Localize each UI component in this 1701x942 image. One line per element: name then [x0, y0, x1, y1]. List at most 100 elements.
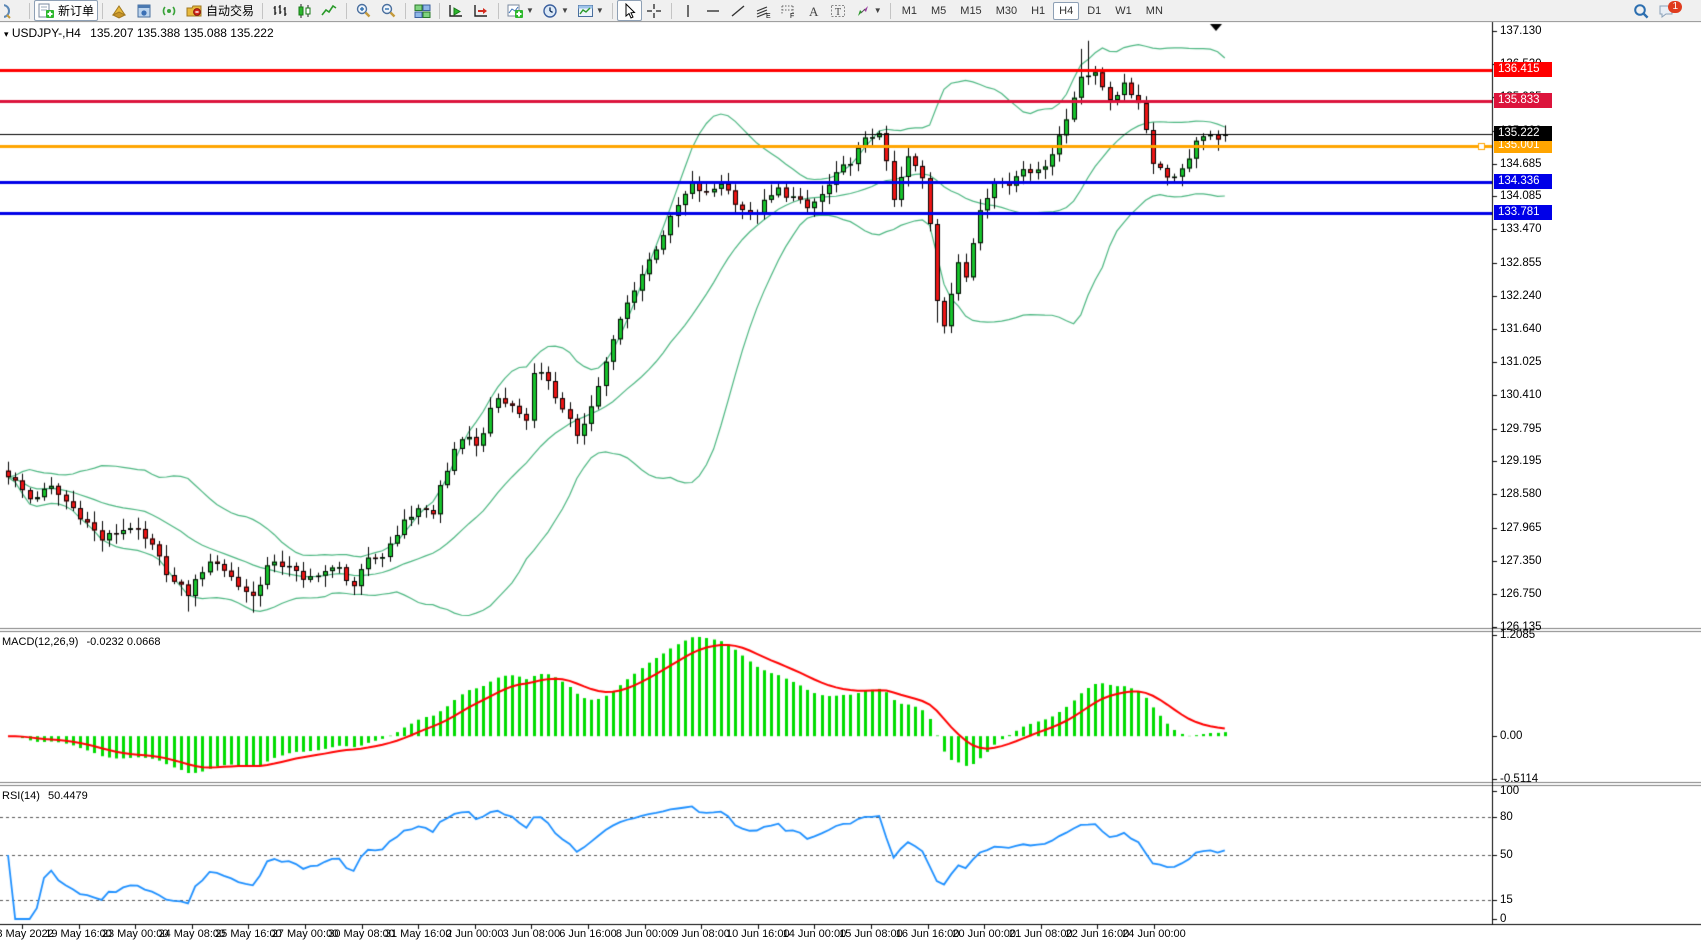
rsi-value: 50.4479	[48, 790, 88, 802]
chart-canvas[interactable]	[0, 0, 1701, 942]
zoom-out-icon	[380, 3, 397, 19]
text-tool-button[interactable]: A	[801, 0, 826, 21]
candle-chart-icon	[296, 3, 313, 19]
timeframe-button-h4[interactable]: H4	[1053, 2, 1079, 20]
timeframe-button-m15[interactable]: M15	[954, 2, 987, 20]
hline-icon	[705, 3, 722, 19]
mt4-terminal-window: { "colors": { "candle_up": "#17C32C", "c…	[0, 0, 1701, 942]
signal-icon	[161, 3, 178, 19]
signals-icon[interactable]	[157, 0, 182, 21]
macd-axis-label: 1.2085	[1500, 628, 1570, 642]
templates-menu-button[interactable]: ▼	[573, 0, 608, 21]
text-label-icon: T	[830, 3, 847, 19]
text-icon: A	[805, 3, 822, 19]
time-axis-label: 10 Jun 16:00	[726, 928, 790, 940]
time-axis-label: 24 Jun 00:00	[1122, 928, 1186, 940]
line-chart-button[interactable]	[317, 0, 342, 21]
chart-shift-icon	[473, 3, 490, 19]
fibonacci-tool-button[interactable]: E	[751, 0, 776, 21]
rsi-axis-label: 15	[1500, 893, 1570, 907]
svg-text:T: T	[835, 7, 841, 18]
price-tick-label: 130.410	[1500, 388, 1570, 402]
trendline-icon	[730, 3, 747, 19]
periods-menu-button[interactable]: ▼	[538, 0, 573, 21]
dropdown-caret-icon[interactable]: ▼	[526, 6, 534, 15]
zoom-in-icon	[355, 3, 372, 19]
fibonacci-icon: E	[755, 3, 772, 19]
chart-shift-button[interactable]	[469, 0, 494, 21]
shapes-icon	[855, 3, 872, 19]
notifications-button[interactable]: 1	[1654, 0, 1693, 21]
dropdown-caret-icon[interactable]: ▼	[561, 6, 569, 15]
toolbar-separator	[439, 3, 440, 19]
indicators-menu-button[interactable]: ▼	[503, 0, 538, 21]
price-tick-label: 126.750	[1500, 587, 1570, 601]
time-axis-label: 16 Jun 16:00	[896, 928, 960, 940]
collapse-arrow-icon[interactable]: ▾	[4, 29, 9, 39]
macd-name: MACD(12,26,9)	[2, 636, 78, 648]
auto-scroll-icon	[448, 3, 465, 19]
rsi-indicator-label: RSI(14) 50.4479	[2, 790, 88, 802]
timeframe-button-m5[interactable]: M5	[925, 2, 952, 20]
trendline-tool-button[interactable]	[726, 0, 751, 21]
partial-chart-icon	[4, 3, 21, 19]
time-axis-label: 14 Jun 00:00	[783, 928, 847, 940]
support-line-upper-price-tag: 134.336	[1494, 174, 1552, 189]
periods-icon	[542, 3, 559, 19]
macd-axis-label: 0.00	[1500, 729, 1570, 743]
new-order-button[interactable]: 新订单	[34, 0, 98, 21]
chart-ohlc-values: 135.207 135.388 135.088 135.222	[90, 26, 274, 40]
text-label-tool-button[interactable]: T	[826, 0, 851, 21]
add-indicator-icon	[507, 3, 524, 19]
macd-indicator-label: MACD(12,26,9) -0.0232 0.0668	[2, 636, 161, 648]
market-watch-icon[interactable]	[107, 0, 132, 21]
price-tick-label: 129.195	[1500, 454, 1570, 468]
time-axis-label: 31 May 16:00	[385, 928, 452, 940]
timeframe-button-m1[interactable]: M1	[896, 2, 923, 20]
clipped-toolbar-icon[interactable]	[0, 0, 25, 21]
equidistant-channel-tool-button[interactable]: F	[776, 0, 801, 21]
zoom-out-button[interactable]	[376, 0, 401, 21]
svg-text:A: A	[809, 4, 819, 19]
data-window-icon[interactable]	[132, 0, 157, 21]
timeframe-button-d1[interactable]: D1	[1081, 2, 1107, 20]
auto-trading-button[interactable]: 自动交易	[182, 0, 258, 21]
price-tick-label: 131.025	[1500, 355, 1570, 369]
bar-chart-button[interactable]	[267, 0, 292, 21]
toolbar-right-group: 1	[1629, 0, 1693, 21]
arrows-tool-button[interactable]: ▼	[851, 0, 886, 21]
time-axis-label: 20 Jun 00:00	[952, 928, 1016, 940]
svg-text:F: F	[790, 13, 794, 19]
crosshair-icon	[646, 3, 663, 19]
toolbar-separator	[29, 3, 30, 19]
dropdown-caret-icon[interactable]: ▼	[874, 6, 882, 15]
time-axis-label: 8 Jun 00:00	[616, 928, 674, 940]
timeframe-button-mn[interactable]: MN	[1140, 2, 1169, 20]
price-tick-label: 133.470	[1500, 222, 1570, 236]
price-tick-label: 134.685	[1500, 157, 1570, 171]
tile-windows-icon	[414, 3, 431, 19]
line-chart-icon	[321, 3, 338, 19]
cursor-tool-button[interactable]	[617, 0, 642, 21]
tile-windows-button[interactable]	[410, 0, 435, 21]
template-icon	[577, 3, 594, 19]
market-watch-icon	[111, 3, 128, 19]
auto-scroll-button[interactable]	[444, 0, 469, 21]
timeframe-button-h1[interactable]: H1	[1025, 2, 1051, 20]
horizontal-line-tool-button[interactable]	[701, 0, 726, 21]
candlestick-chart-button[interactable]	[292, 0, 317, 21]
data-window-icon	[136, 3, 153, 19]
auto-trading-button-label: 自动交易	[206, 2, 254, 19]
bar-chart-icon	[271, 3, 288, 19]
toolbar-separator	[102, 3, 103, 19]
timeframe-button-w1[interactable]: W1	[1109, 2, 1138, 20]
price-tick-label: 128.580	[1500, 487, 1570, 501]
vertical-line-tool-button[interactable]	[676, 0, 701, 21]
search-button[interactable]	[1629, 0, 1654, 21]
timeframe-button-m30[interactable]: M30	[990, 2, 1023, 20]
crosshair-tool-button[interactable]	[642, 0, 667, 21]
time-axis-label: 3 Jun 08:00	[503, 928, 561, 940]
rsi-axis-label: 80	[1500, 810, 1570, 824]
dropdown-caret-icon[interactable]: ▼	[596, 6, 604, 15]
zoom-in-button[interactable]	[351, 0, 376, 21]
